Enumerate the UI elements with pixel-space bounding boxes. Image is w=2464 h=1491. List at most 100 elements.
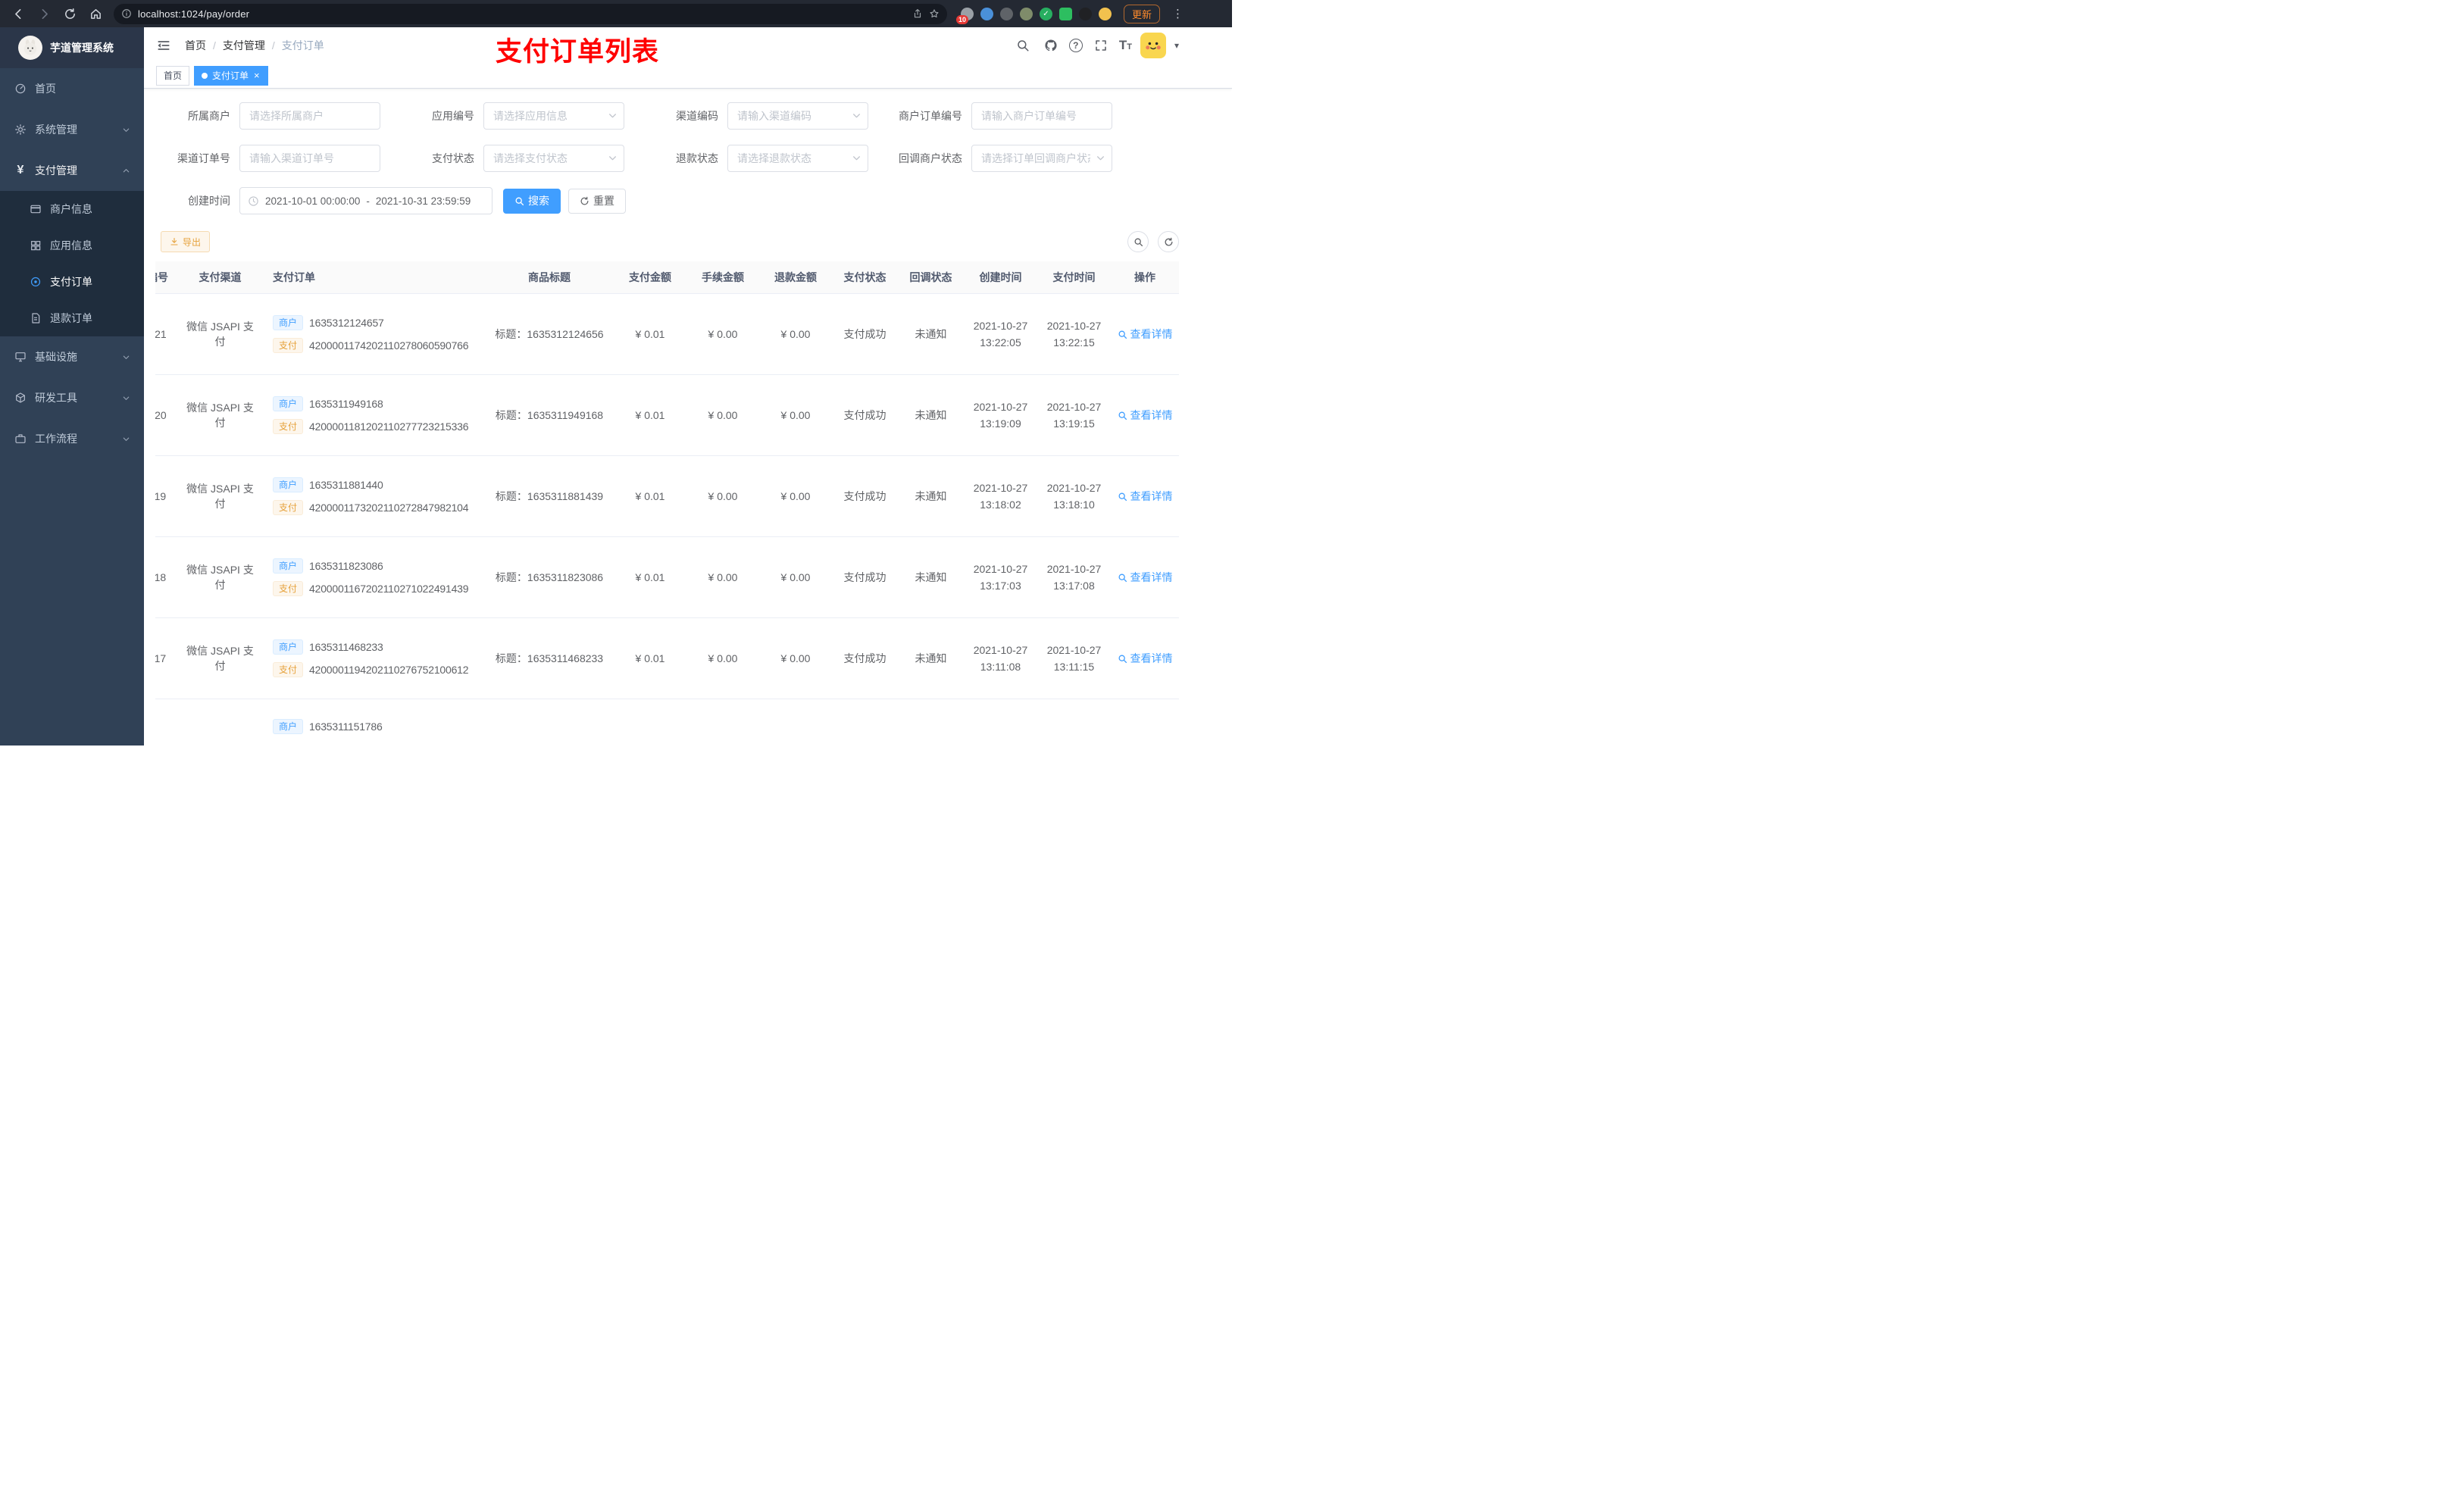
font-size-icon[interactable]: TT xyxy=(1119,39,1132,52)
sidebar-item-infrastructure[interactable]: 基础设施 xyxy=(0,336,144,377)
site-info-icon[interactable] xyxy=(121,8,132,19)
filter-label: 渠道订单号 xyxy=(177,152,230,164)
channel-order-no-input[interactable] xyxy=(239,145,380,172)
view-detail-label: 查看详情 xyxy=(1130,652,1173,664)
browser-back-icon[interactable] xyxy=(8,3,29,24)
merchant-input[interactable] xyxy=(239,102,380,130)
browser-update-button[interactable]: 更新 xyxy=(1124,4,1161,23)
toggle-search-icon[interactable] xyxy=(1127,231,1149,252)
tab-home[interactable]: 首页 xyxy=(156,65,190,86)
cell-status: 支付成功 xyxy=(832,374,898,456)
extension-icon-olive[interactable] xyxy=(1020,7,1033,20)
address-bar[interactable]: localhost:1024/pay/order xyxy=(114,3,947,24)
tags-view-bar: 首页 支付订单 × xyxy=(144,63,1232,89)
sidebar-item-pay-order[interactable]: 支付订单 xyxy=(0,264,144,300)
breadcrumb-pay-manage[interactable]: 支付管理 xyxy=(223,38,265,53)
extension-icon-gray[interactable] xyxy=(1000,7,1013,20)
sidebar-item-merchant-info[interactable]: 商户信息 xyxy=(0,191,144,227)
app-id-select[interactable] xyxy=(483,102,624,130)
view-detail-link[interactable]: 查看详情 xyxy=(1118,408,1173,423)
col-status: 支付状态 xyxy=(832,261,898,294)
cell-id: 120 xyxy=(155,374,177,456)
extension-icon-pin[interactable] xyxy=(1079,7,1092,20)
filter-label: 渠道编码 xyxy=(676,110,718,122)
reset-button[interactable]: 重置 xyxy=(568,188,626,214)
merchant-tag: 商户 xyxy=(273,558,304,574)
close-icon[interactable]: × xyxy=(253,70,261,80)
view-detail-link[interactable]: 查看详情 xyxy=(1118,570,1173,585)
tab-label: 支付订单 xyxy=(212,70,249,81)
share-icon[interactable] xyxy=(912,8,923,19)
filter-label: 退款状态 xyxy=(676,152,718,164)
view-detail-link[interactable]: 查看详情 xyxy=(1118,489,1173,504)
cell-fee: ¥ 0.00 xyxy=(686,617,759,699)
view-detail-link[interactable]: 查看详情 xyxy=(1118,327,1173,342)
browser-menu-icon[interactable]: ⋮ xyxy=(1169,7,1187,20)
cell-create-time: 2021-10-27 13:22:05 xyxy=(964,293,1037,375)
search-button[interactable]: 搜索 xyxy=(503,188,561,214)
extension-icon-blue[interactable] xyxy=(980,7,993,20)
sidebar-item-refund-order[interactable]: 退款订单 xyxy=(0,300,144,336)
export-button[interactable]: 导出 xyxy=(161,231,211,252)
briefcase-icon xyxy=(14,432,27,445)
extension-puzzle-icon[interactable]: 10 xyxy=(956,7,974,24)
caret-down-icon[interactable]: ▾ xyxy=(1174,40,1179,51)
browser-reload-icon[interactable] xyxy=(59,3,80,24)
date-start: 2021-10-01 00:00:00 xyxy=(265,195,361,207)
url-text[interactable]: localhost:1024/pay/order xyxy=(138,8,906,20)
extension-icon-emoji[interactable] xyxy=(1099,7,1112,20)
help-icon[interactable]: ? xyxy=(1068,38,1083,52)
browser-home-icon[interactable] xyxy=(85,3,106,24)
notify-status-select[interactable] xyxy=(971,145,1112,172)
col-title: 商品标题 xyxy=(485,261,614,294)
sidebar-item-system[interactable]: 系统管理 xyxy=(0,109,144,150)
pay-tag: 支付 xyxy=(273,500,304,515)
app-logo xyxy=(18,36,42,60)
fullscreen-icon[interactable] xyxy=(1091,36,1111,55)
channel-code-select[interactable] xyxy=(727,102,868,130)
chevron-down-icon xyxy=(122,126,130,134)
col-pay-time: 支付时间 xyxy=(1037,261,1111,294)
extension-icon-check[interactable]: ✓ xyxy=(1040,7,1052,20)
sidebar-toggle-icon[interactable] xyxy=(156,38,171,53)
search-icon[interactable] xyxy=(1013,36,1033,55)
tab-pay-order[interactable]: 支付订单 × xyxy=(194,65,268,86)
cell-refund: ¥ 0.00 xyxy=(759,455,832,537)
github-icon[interactable] xyxy=(1041,36,1061,55)
sidebar-item-home[interactable]: 首页 xyxy=(0,68,144,109)
browser-forward-icon[interactable] xyxy=(33,3,55,24)
merchant-order-no-input[interactable] xyxy=(971,102,1112,130)
user-avatar[interactable] xyxy=(1140,32,1166,58)
sidebar-item-workflow[interactable]: 工作流程 xyxy=(0,418,144,459)
cell-actions: 查看详情 xyxy=(1111,374,1179,456)
breadcrumb-separator: / xyxy=(271,39,275,52)
extension-icon-green-square[interactable] xyxy=(1059,7,1072,20)
filter-notify-status: 回调商户状态 xyxy=(888,145,1112,172)
cell-order: 商户 1635311949168 支付 4200001181202110277723… xyxy=(264,374,485,456)
reset-button-label: 重置 xyxy=(593,195,614,207)
cell-actions: 查看详情 xyxy=(1111,536,1179,618)
tab-label: 首页 xyxy=(164,70,183,81)
refresh-icon[interactable] xyxy=(1158,231,1179,252)
sidebar-logo-row[interactable]: 芋道管理系统 xyxy=(0,27,144,68)
sidebar-item-app-info[interactable]: 应用信息 xyxy=(0,227,144,264)
sidebar-item-label: 支付订单 xyxy=(50,276,92,288)
filter-refund-status: 退款状态 xyxy=(644,145,868,172)
date-range-picker[interactable]: 2021-10-01 00:00:00 - 2021-10-31 23:59:5… xyxy=(239,187,492,214)
col-notify: 回调状态 xyxy=(898,261,964,294)
col-id: 编号 xyxy=(155,261,177,294)
sidebar-item-payment[interactable]: ¥ 支付管理 xyxy=(0,150,144,191)
cell-notify: 未通知 xyxy=(898,455,964,537)
view-detail-link[interactable]: 查看详情 xyxy=(1118,651,1173,666)
active-tab-dot xyxy=(202,72,208,79)
extension-strip: 10 ✓ xyxy=(956,7,1112,24)
breadcrumb-current: 支付订单 xyxy=(281,39,324,52)
bookmark-star-icon[interactable] xyxy=(929,8,940,19)
refund-status-select[interactable] xyxy=(727,145,868,172)
sidebar-item-dev-tools[interactable]: 研发工具 xyxy=(0,377,144,418)
cell-channel: 微信 JSAPI 支付 xyxy=(177,293,264,375)
pay-status-select[interactable] xyxy=(483,145,624,172)
breadcrumb-home[interactable]: 首页 xyxy=(185,38,206,53)
filter-pay-status: 支付状态 xyxy=(400,145,624,172)
clock-icon xyxy=(248,195,259,207)
